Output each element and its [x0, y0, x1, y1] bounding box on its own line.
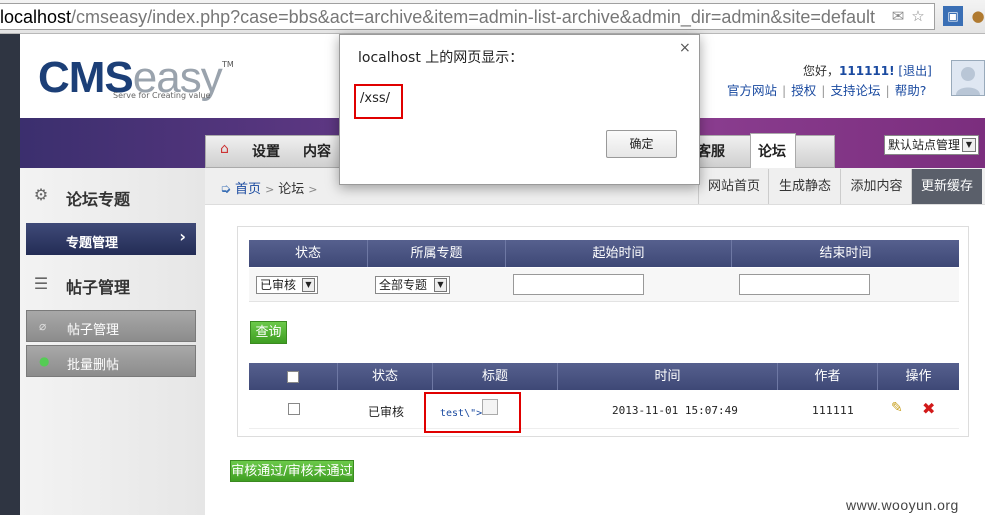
list-icon: ☰: [33, 274, 49, 293]
delete-icon[interactable]: ✖: [922, 399, 935, 418]
logo-tagline: Serve for Creating value: [113, 91, 211, 100]
ok-button[interactable]: 确定: [606, 130, 677, 158]
sidebar-item-label: 帖子管理: [67, 323, 120, 338]
bookmark-star-icon[interactable]: ☆: [910, 8, 926, 24]
url-host: localhost: [0, 7, 72, 27]
select-all-checkbox[interactable]: [287, 370, 299, 383]
broken-image-icon: [482, 399, 498, 415]
site-select[interactable]: 默认站点管理 ▼: [884, 135, 979, 155]
header-links: 官方网站 | 授权 | 支持论坛 | 帮助?: [727, 83, 927, 98]
gears-icon: ⚙: [33, 185, 49, 204]
row-checkbox[interactable]: [288, 403, 300, 415]
status-select-value: 已审核: [260, 278, 297, 292]
list-header-status: 状态: [338, 363, 433, 390]
sidebar-section-forum-topics: 论坛专题: [66, 190, 131, 209]
list-header: 状态 标题 时间 作者 操作: [249, 363, 959, 390]
close-icon[interactable]: ×: [679, 40, 691, 56]
generate-static-button[interactable]: 生成静态: [768, 169, 841, 204]
chevron-right-icon: ›: [179, 227, 186, 246]
nav-settings[interactable]: 设置: [252, 141, 280, 161]
user-avatar-icon: [956, 67, 980, 95]
status-select[interactable]: 已审核 ▼: [256, 276, 318, 294]
translate-icon[interactable]: ✉: [890, 8, 906, 24]
filter-header-status: 状态: [249, 240, 368, 267]
logo-trademark: TM: [222, 60, 234, 69]
batch-delete-icon: ●: [39, 354, 50, 368]
row-author: 111111: [812, 404, 854, 417]
list-header-actions: 操作: [905, 369, 932, 384]
end-time-input[interactable]: [739, 274, 870, 295]
dropdown-arrow-icon: ▼: [434, 278, 447, 292]
filter-header: 状态 所属专题 起始时间 结束时间: [249, 240, 959, 267]
nav-forum[interactable]: 论坛: [758, 141, 786, 161]
extension-icon[interactable]: ▣: [943, 6, 963, 26]
username: 111111!: [839, 64, 895, 78]
site-home-button[interactable]: 网站首页: [698, 169, 769, 204]
search-button[interactable]: 查询: [250, 321, 287, 344]
sidebar-item-batch-delete[interactable]: ● 批量删帖: [26, 345, 196, 377]
sidebar-item-label: 批量删帖: [67, 358, 120, 373]
url-path: /cmseasy/index.php?case=bbs&act=archive&…: [71, 7, 875, 27]
avatar[interactable]: [951, 60, 985, 96]
filter-header-end: 结束时间: [819, 246, 872, 261]
logout-link[interactable]: [退出]: [898, 64, 931, 78]
nav-content[interactable]: 内容: [303, 141, 331, 161]
link-help[interactable]: 帮助?: [895, 83, 927, 98]
sidebar-item-topic-manage[interactable]: 专题管理 ›: [26, 223, 196, 255]
paperclip-icon: ⌀: [39, 319, 47, 333]
list-header-author: 作者: [778, 363, 878, 390]
watermark: www.wooyun.org: [846, 497, 959, 513]
dropdown-arrow-icon: ▼: [302, 278, 315, 292]
refresh-cache-button[interactable]: 更新缓存: [911, 169, 982, 204]
start-time-input[interactable]: [513, 274, 644, 295]
user-greeting: 您好，111111! [退出]: [803, 62, 932, 79]
site-select-value: 默认站点管理: [888, 138, 961, 152]
bulk-review-button[interactable]: 审核通过/审核未通过: [230, 460, 354, 482]
breadcrumb-home[interactable]: 首页: [235, 182, 261, 197]
nav-service[interactable]: 客服: [697, 141, 725, 161]
row-title-link[interactable]: test\">: [440, 408, 482, 419]
filter-header-start: 起始时间: [506, 240, 732, 267]
sidebar-item-post-manage[interactable]: ⌀ 帖子管理: [26, 310, 196, 342]
page-left-margin: [0, 34, 20, 515]
topic-select-value: 全部专题: [379, 278, 428, 292]
sidebar-item-label: 专题管理: [66, 236, 119, 251]
row-time: 2013-11-01 15:07:49: [612, 404, 738, 417]
sidebar-section-posts: 帖子管理: [66, 278, 131, 297]
link-support-forum[interactable]: 支持论坛: [830, 83, 880, 98]
breadcrumb: ➭ 首页 > 论坛 >: [220, 182, 318, 197]
edit-icon[interactable]: ✎: [891, 400, 903, 416]
list-header-select: [249, 363, 338, 390]
dialog-title: localhost 上的网页显示：: [358, 50, 524, 66]
greeting-text: 您好，: [803, 64, 840, 78]
home-icon[interactable]: ⌂: [220, 141, 236, 157]
cookie-icon[interactable]: ●: [970, 8, 985, 24]
link-official-site[interactable]: 官方网站: [727, 83, 777, 98]
dropdown-arrow-icon: ▼: [962, 138, 976, 152]
link-license[interactable]: 授权: [791, 83, 816, 98]
address-bar[interactable]: localhost/cmseasy/index.php?case=bbs&act…: [0, 3, 935, 30]
add-content-button[interactable]: 添加内容: [840, 169, 912, 204]
arrow-right-icon: ➭: [220, 182, 231, 197]
list-header-time: 时间: [558, 363, 778, 390]
address-bar-text: localhost/cmseasy/index.php?case=bbs&act…: [0, 6, 875, 28]
filter-header-topic: 所属专题: [368, 240, 506, 267]
row-status: 已审核: [368, 405, 405, 419]
breadcrumb-current: 论坛: [278, 182, 305, 197]
dialog-message: /xss/: [360, 91, 390, 106]
topic-select[interactable]: 全部专题 ▼: [375, 276, 450, 294]
list-header-title: 标题: [433, 363, 558, 390]
